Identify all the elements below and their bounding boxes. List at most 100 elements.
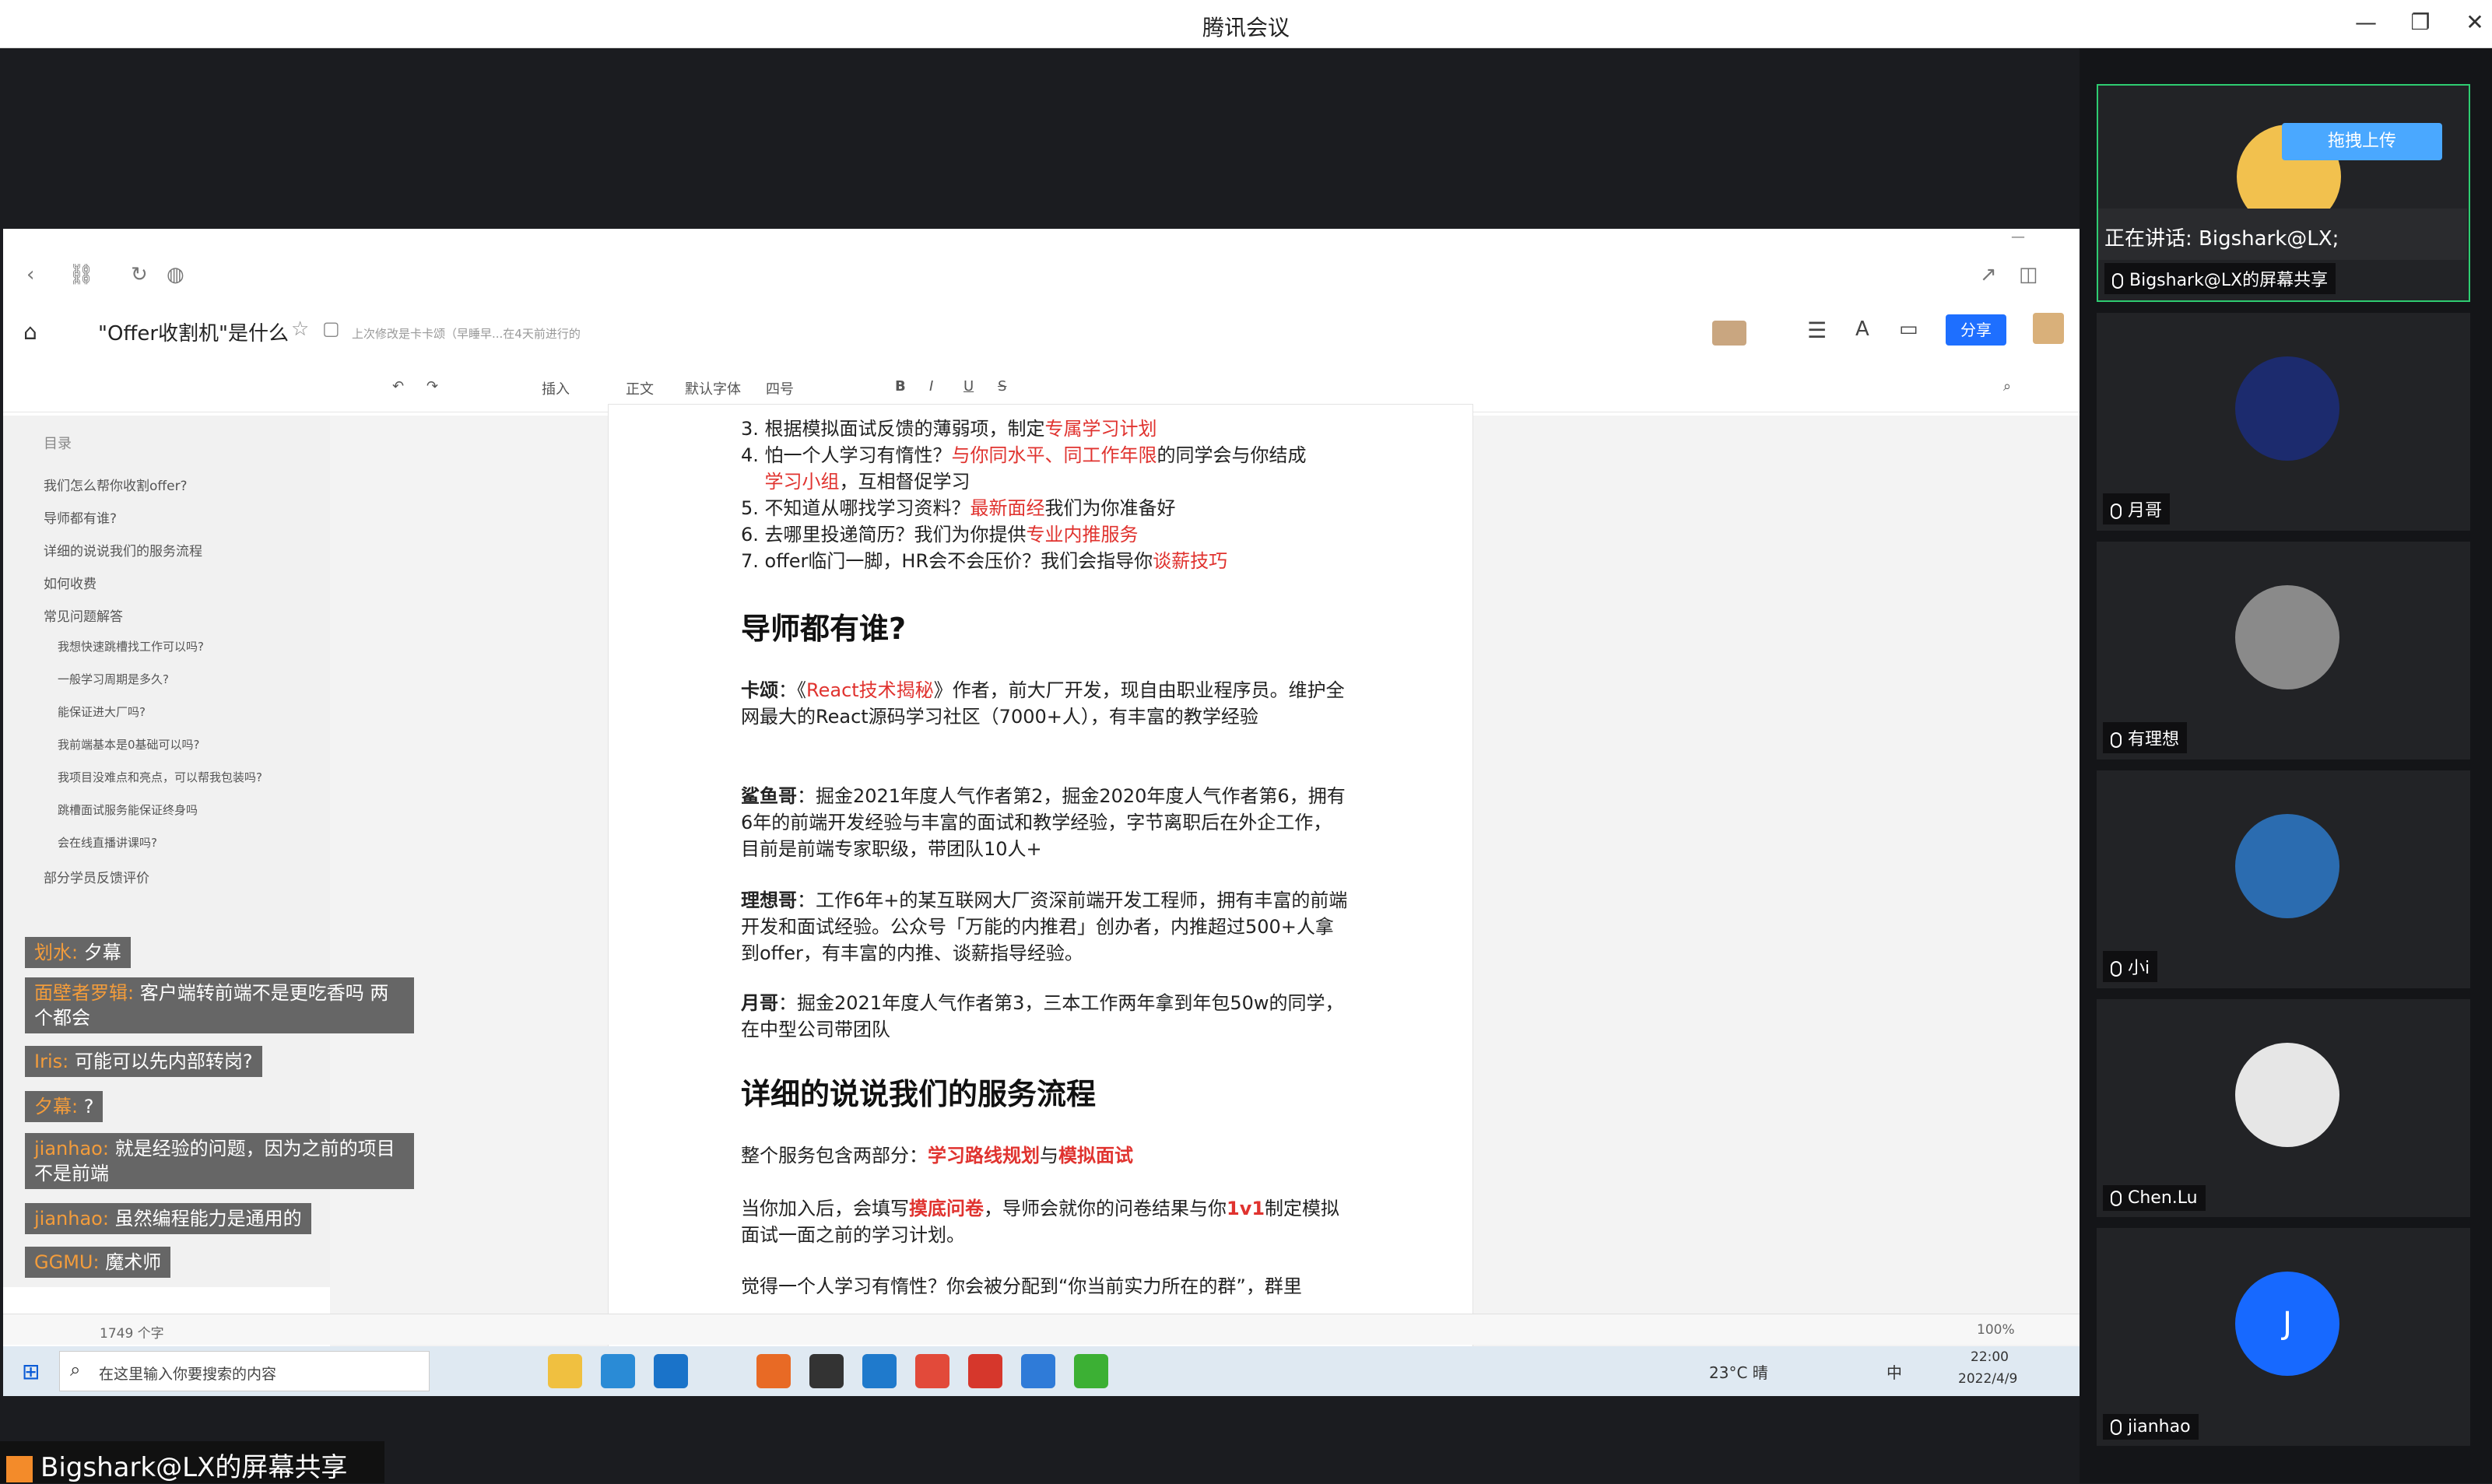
search-icon[interactable]: ⌕ <box>2003 378 2011 395</box>
toc-subitem[interactable]: 我想快速跳槽找工作可以吗? <box>58 638 204 654</box>
close-button[interactable]: ✕ <box>2459 9 2490 35</box>
mentor-yuege: 月哥：掘金2021年度人气作者第3，三本工作两年拿到年包50w的同学，在中型公司… <box>741 992 1344 1040</box>
user-avatar[interactable] <box>2033 313 2064 344</box>
taskbar-search[interactable]: 在这里输入你要搜索的内容 <box>59 1351 430 1391</box>
toc-item[interactable]: 导师都有谁? <box>44 507 117 527</box>
heading-process: 详细的说说我们的服务流程 <box>741 1077 1097 1111</box>
collab-avatars[interactable] <box>1712 321 1746 346</box>
strike-button[interactable]: S <box>998 378 1006 395</box>
link-icon[interactable]: ⛓ <box>68 263 94 286</box>
mail-icon[interactable] <box>654 1354 688 1388</box>
firefox-icon[interactable] <box>756 1354 791 1388</box>
avatar <box>2235 1043 2339 1147</box>
meeting-icon[interactable] <box>1021 1354 1055 1388</box>
share-button[interactable]: 分享 <box>1946 314 2006 346</box>
back-icon[interactable]: ‹ <box>26 263 34 286</box>
avatar: J <box>2235 1272 2339 1376</box>
mic-icon <box>2111 503 2122 519</box>
toc-item[interactable]: 如何收费 <box>44 573 97 592</box>
last-edit-text: 上次修改是卡卡颂（早睡早...在4天前进行的 <box>352 327 581 341</box>
toc-item[interactable]: 常见问题解答 <box>44 605 123 625</box>
app-x-icon[interactable] <box>968 1354 1002 1388</box>
weather[interactable]: 23°C 晴 <box>1709 1360 1768 1383</box>
min-icon[interactable]: — <box>2011 229 2025 245</box>
wechat-icon[interactable] <box>1074 1354 1108 1388</box>
window-title: 腾讯会议 <box>1202 15 1290 40</box>
mic-icon <box>2111 732 2122 748</box>
heading-mentors: 导师都有谁? <box>741 612 907 646</box>
toc-subitem[interactable]: 一般学习周期是多久? <box>58 671 169 687</box>
toc-subitem[interactable]: 会在线直播讲课吗? <box>58 834 157 851</box>
menu-icon[interactable]: ☰ <box>1807 317 1827 343</box>
bold-button[interactable]: B <box>895 378 906 395</box>
font-size-icon[interactable]: A <box>1855 317 1869 341</box>
participant-tile[interactable]: Chen.Lu <box>2097 999 2470 1217</box>
share-arrow-icon[interactable]: ↗ <box>1980 263 1997 286</box>
word-count: 1749 个字 <box>100 1326 164 1342</box>
document-page[interactable]: 3. 根据模拟面试反馈的薄弱项，制定专属学习计划 4. 怕一个人学习有惰性？与你… <box>609 405 1472 1396</box>
mic-icon <box>2112 273 2123 289</box>
participant-tile[interactable]: 月哥 <box>2097 313 2470 531</box>
window-titlebar: 腾讯会议 — ❐ ✕ <box>0 0 2492 48</box>
participant-tile[interactable]: 小i <box>2097 770 2470 988</box>
clock-time[interactable]: 22:00 <box>1971 1349 2009 1365</box>
participant-tile[interactable]: J jianhao <box>2097 1228 2470 1446</box>
shared-screen: ‹ ⛓ ↻ ◍ — ↗ ◫ ⌂ "Offer收割机"是什么 ☆ ▢ 上次修改是卡… <box>3 229 2080 1396</box>
toc-subitem[interactable]: 能保证进大厂吗? <box>58 703 146 720</box>
globe-icon[interactable]: ◍ <box>167 263 184 286</box>
participant-tile[interactable]: 拖拽上传 正在讲话: Bigshark@LX; Bigshark@LX的屏幕共享 <box>2097 84 2470 302</box>
toc-subitem[interactable]: 我项目没难点和亮点，可以帮我包装吗? <box>58 769 262 785</box>
screen-share-area: ‹ ⛓ ↻ ◍ — ↗ ◫ ⌂ "Offer收割机"是什么 ☆ ▢ 上次修改是卡… <box>0 48 2080 1483</box>
clock-date[interactable]: 2022/4/9 <box>1958 1371 2017 1387</box>
font-select[interactable]: 默认字体 <box>685 378 741 398</box>
present-icon[interactable]: ▭ <box>1899 317 1918 341</box>
participant-name: 小i <box>2103 951 2158 982</box>
chrome-icon[interactable] <box>915 1354 949 1388</box>
toc-item[interactable]: 部分学员反馈评价 <box>44 867 149 886</box>
undo-icon[interactable]: ↶ <box>392 378 404 395</box>
page-gutter-right <box>1472 416 2080 1396</box>
explorer-icon[interactable] <box>548 1354 582 1388</box>
ime-indicator[interactable]: 中 <box>1887 1360 1902 1383</box>
mentor-lixiangge: 理想哥：工作6年+的某互联网大厂资深前端开发工程师，拥有丰富的前端开发和面试经验… <box>741 889 1348 964</box>
participants-panel: 拖拽上传 正在讲话: Bigshark@LX; Bigshark@LX的屏幕共享… <box>2080 48 2492 1483</box>
mic-icon <box>2111 1419 2122 1435</box>
app-g-icon[interactable] <box>809 1354 844 1388</box>
box-icon[interactable]: ◫ <box>2019 263 2038 286</box>
size-select[interactable]: 四号 <box>766 378 794 398</box>
zoom-level[interactable]: 100% <box>1977 1322 2015 1338</box>
chat-message: GGMU: 魔术师 <box>25 1247 171 1278</box>
upload-button[interactable]: 拖拽上传 <box>2282 123 2442 160</box>
participant-tile[interactable]: 有理想 <box>2097 542 2470 760</box>
mic-icon <box>2111 961 2122 977</box>
avatar <box>2235 585 2339 689</box>
mic-icon <box>2111 1191 2122 1206</box>
search-icon: ⌕ <box>70 1359 81 1381</box>
toc-subitem[interactable]: 跳槽面试服务能保证终身吗 <box>58 802 198 818</box>
doc-icon[interactable]: ▢ <box>322 317 340 339</box>
restore-button[interactable]: ❐ <box>2405 9 2436 35</box>
toc-subitem[interactable]: 我前端基本是0基础可以吗? <box>58 736 200 753</box>
underline-button[interactable]: U <box>963 378 974 395</box>
user-icon <box>6 1455 33 1482</box>
star-icon[interactable]: ☆ <box>291 317 309 341</box>
presenter-label: Bigshark@LX的屏幕共享 <box>0 1441 384 1483</box>
toc-item[interactable]: 详细的说说我们的服务流程 <box>44 540 202 560</box>
minimize-button[interactable]: — <box>2350 9 2381 35</box>
italic-button[interactable]: I <box>929 378 933 395</box>
store-icon[interactable] <box>601 1354 635 1388</box>
doc-header: ⌂ "Offer收割机"是什么 ☆ ▢ 上次修改是卡卡颂（早睡早...在4天前进… <box>3 300 2080 363</box>
style-select[interactable]: 正文 <box>626 378 654 398</box>
toc-title: 目录 <box>44 436 72 452</box>
chat-message: 面壁者罗辑: 客户端转前端不是更吃香吗 两个都会 <box>25 977 414 1033</box>
process-para-1: 整个服务包含两部分：学习路线规划与模拟面试 <box>741 1145 1133 1167</box>
insert-menu[interactable]: 插入 <box>542 378 570 398</box>
redo-icon[interactable]: ↷ <box>426 378 438 395</box>
toc-item[interactable]: 我们怎么帮你收割offer? <box>44 475 188 494</box>
vscode-icon[interactable] <box>862 1354 897 1388</box>
home-icon[interactable]: ⌂ <box>23 319 37 345</box>
chat-message: 夕幕: ? <box>25 1091 104 1122</box>
windows-start-icon[interactable]: ⊞ <box>22 1359 40 1384</box>
refresh-icon[interactable]: ↻ <box>131 263 148 286</box>
participant-name: jianhao <box>2103 1414 2199 1440</box>
